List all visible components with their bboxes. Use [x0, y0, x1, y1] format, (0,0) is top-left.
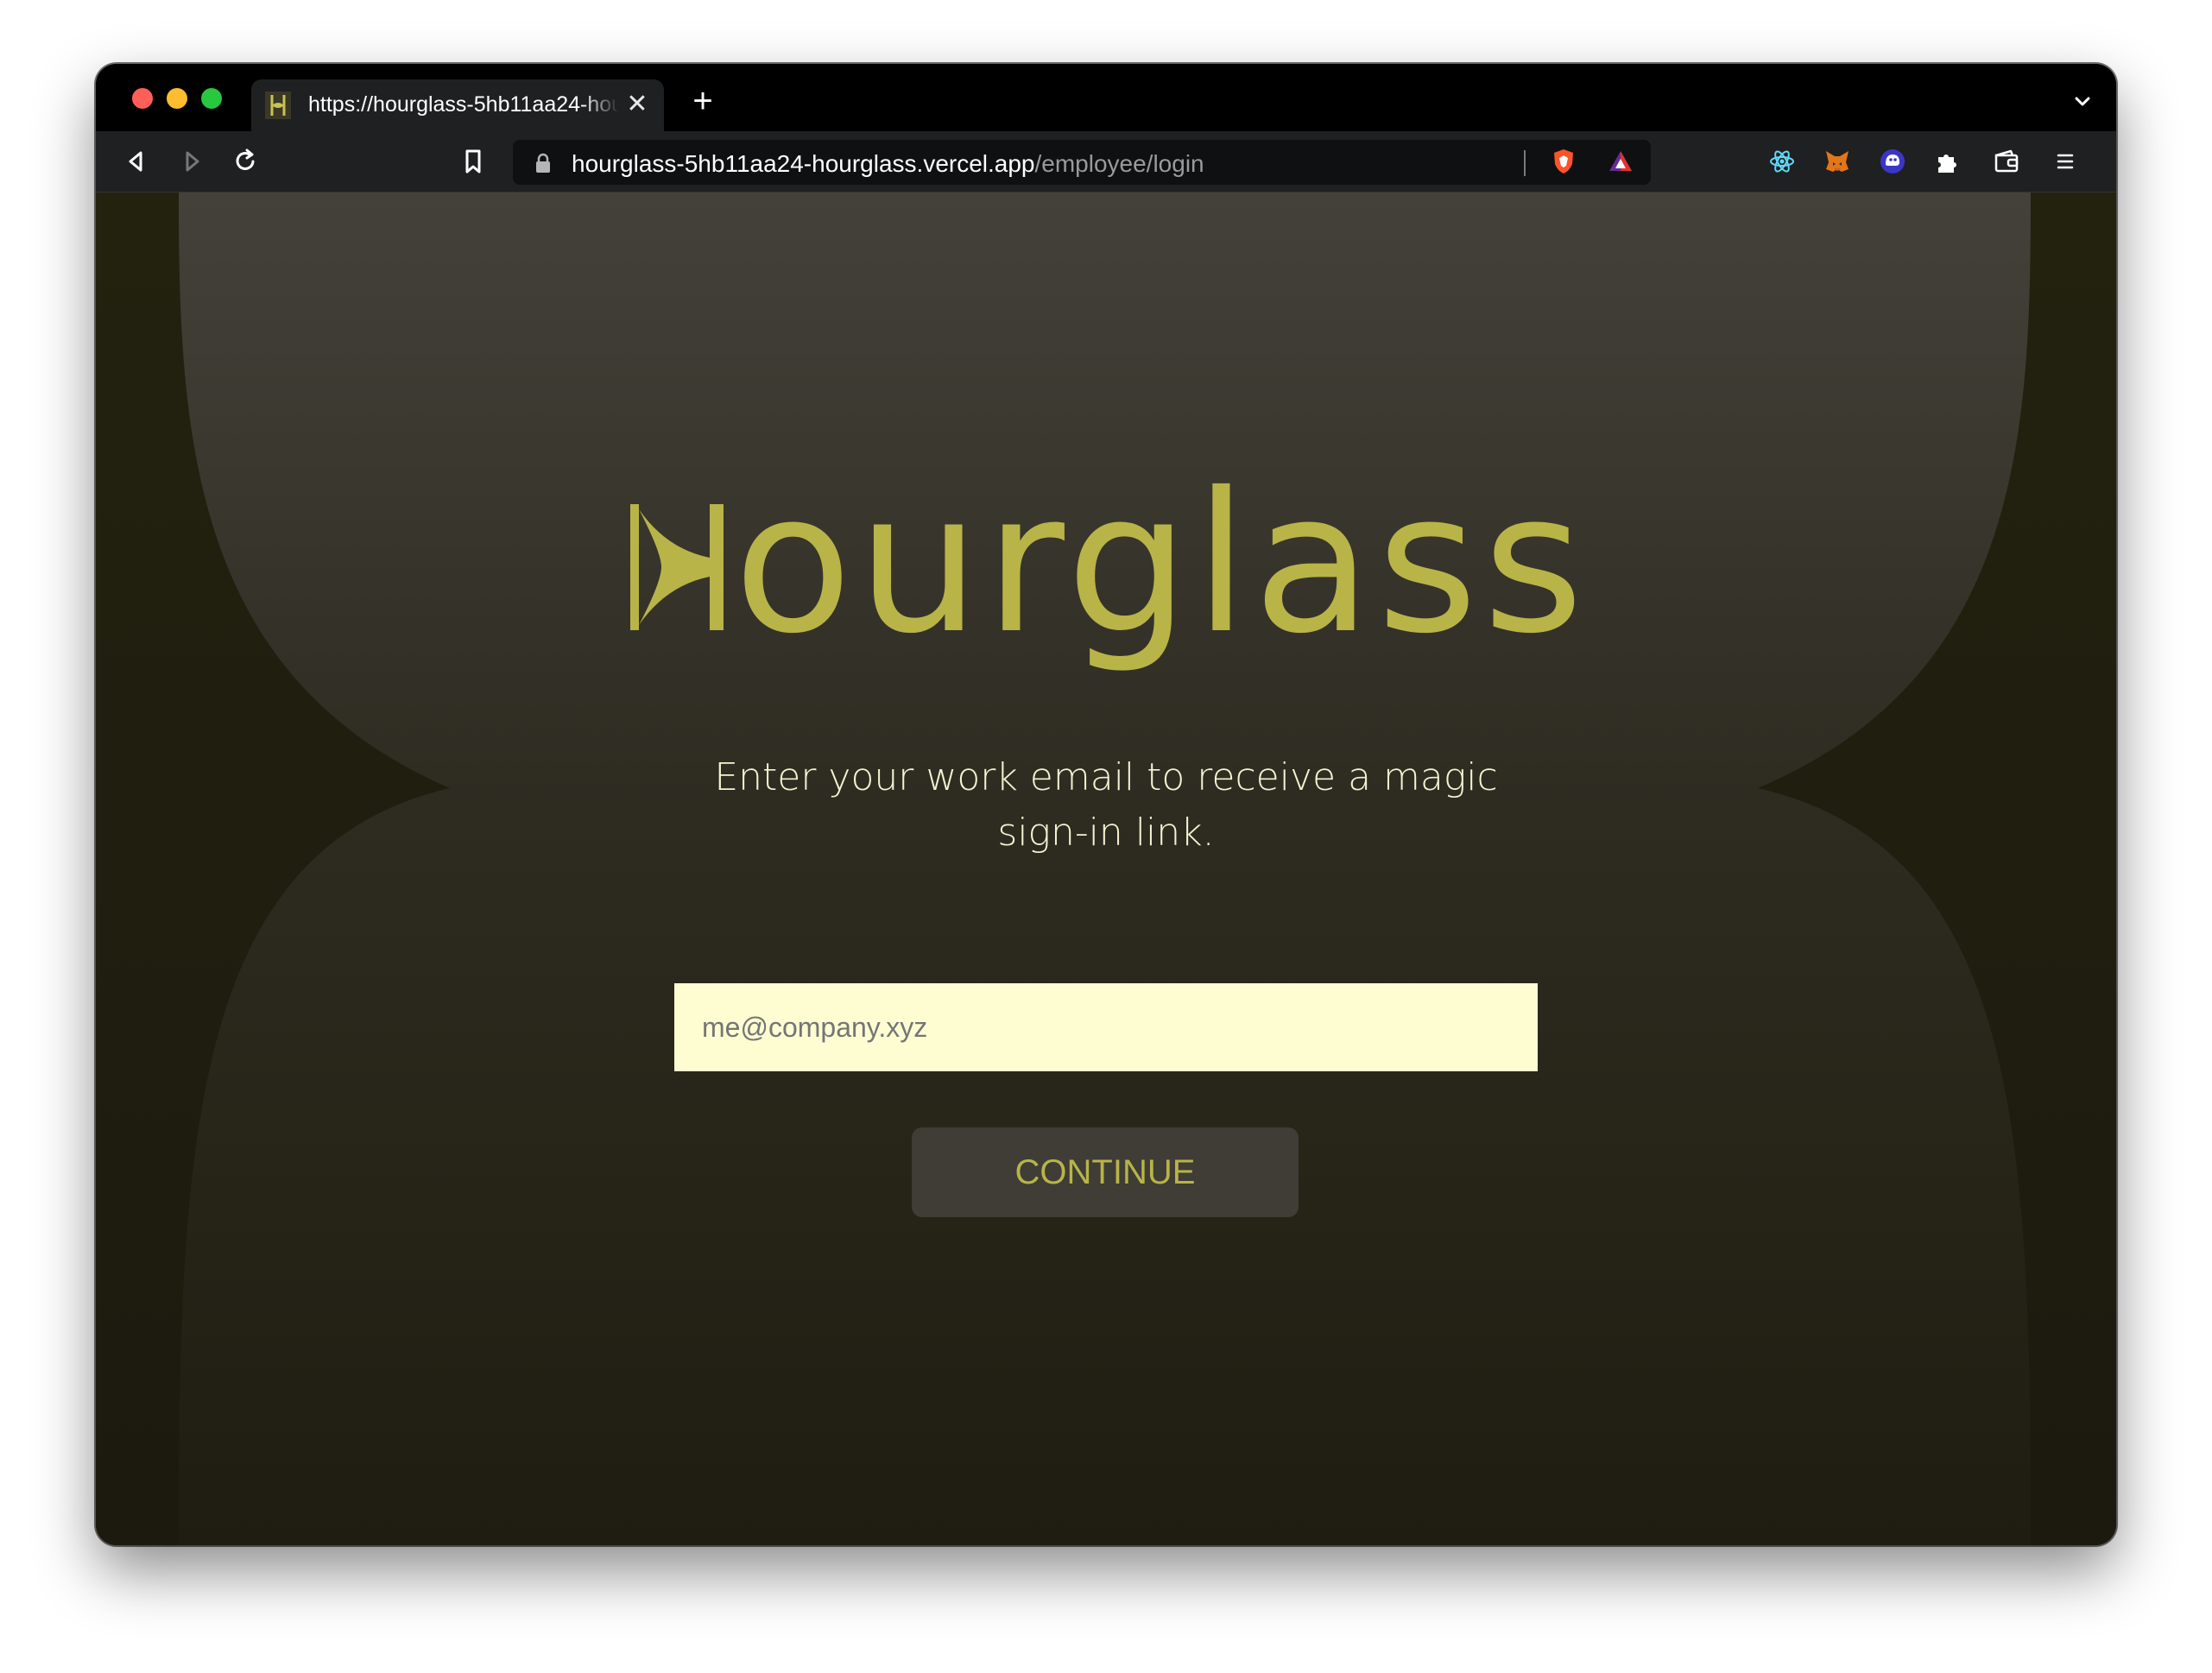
- continue-button[interactable]: CONTINUE: [912, 1127, 1299, 1217]
- tab-hourglass[interactable]: https://hourglass-5hb11aa24-hourglass.ve…: [251, 79, 664, 131]
- bookmark-icon[interactable]: [458, 147, 488, 176]
- logo-text: ourglass: [733, 451, 1589, 676]
- wallet-icon[interactable]: [1992, 147, 2021, 176]
- new-tab-button[interactable]: +: [688, 84, 717, 118]
- back-icon[interactable]: [122, 147, 151, 176]
- brave-shields-icon[interactable]: [1549, 147, 1578, 176]
- tab-title: https://hourglass-5hb11aa24-hourglass.ve…: [308, 92, 619, 117]
- close-tab-icon[interactable]: ✕: [623, 90, 652, 119]
- url-divider: [1524, 150, 1526, 176]
- email-input[interactable]: [674, 983, 1538, 1071]
- brave-rewards-icon[interactable]: [1606, 147, 1635, 176]
- react-devtools-icon[interactable]: [1767, 147, 1797, 176]
- browser-toolbar: hourglass-5hb11aa24-hourglass.vercel.app…: [96, 131, 2116, 193]
- metamask-icon[interactable]: [1823, 147, 1852, 176]
- hourglass-h-icon: [629, 504, 724, 630]
- hourglass-logo: ourglass: [96, 467, 2116, 660]
- tab-strip: https://hourglass-5hb11aa24-hourglass.ve…: [96, 64, 2116, 131]
- url-text[interactable]: hourglass-5hb11aa24-hourglass.vercel.app…: [572, 150, 1204, 178]
- hourglass-logo-icon: [265, 92, 291, 119]
- hourglass-background: [96, 193, 2116, 1545]
- address-bar[interactable]: hourglass-5hb11aa24-hourglass.vercel.app…: [513, 140, 1651, 185]
- url-path: /employee/login: [1034, 150, 1204, 177]
- browser-window: https://hourglass-5hb11aa24-hourglass.ve…: [96, 64, 2116, 1545]
- menu-icon[interactable]: [2051, 147, 2080, 176]
- close-window-button[interactable]: [132, 88, 153, 109]
- url-host: hourglass-5hb11aa24-hourglass.vercel.app: [572, 150, 1035, 177]
- reload-icon[interactable]: [231, 147, 260, 176]
- extensions-puzzle-icon[interactable]: [1933, 147, 1962, 176]
- lock-icon[interactable]: [534, 153, 553, 174]
- minimize-window-button[interactable]: [167, 88, 187, 109]
- chevron-down-icon[interactable]: [2071, 90, 2094, 112]
- forward-icon[interactable]: [177, 147, 206, 176]
- page-content: ourglass Enter your work email to receiv…: [96, 193, 2116, 1545]
- ghost-extension-icon[interactable]: [1878, 147, 1907, 176]
- login-instructions: Enter your work email to receive a magic…: [714, 755, 1498, 855]
- maximize-window-button[interactable]: [201, 88, 222, 109]
